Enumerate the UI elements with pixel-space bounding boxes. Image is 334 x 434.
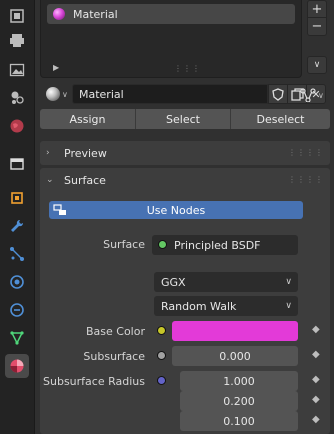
panel-title: Surface <box>64 173 106 187</box>
object-icon <box>11 192 23 204</box>
chevron-down-icon: ⌄ <box>46 175 54 185</box>
collection-icon <box>10 158 24 170</box>
select-button[interactable]: Select <box>136 109 231 129</box>
distribution-value: GGX <box>161 275 186 289</box>
tabs-divider <box>34 0 35 434</box>
subsurface-method-value: Random Walk <box>161 299 237 313</box>
browse-material-button[interactable]: ∨ <box>42 84 70 104</box>
surface-shader-value: Principled BSDF <box>174 238 261 252</box>
chevron-right-icon: › <box>46 148 50 158</box>
mesh-data-icon <box>10 331 24 345</box>
tab-particles[interactable] <box>5 242 29 266</box>
surface-shader-field[interactable]: Principled BSDF <box>152 235 298 255</box>
distribution-dropdown[interactable]: GGX ∨ <box>154 272 298 292</box>
world-icon <box>10 119 24 133</box>
subsurface-radius-y[interactable]: 0.200 <box>180 391 298 411</box>
remove-slot-button[interactable]: − <box>307 18 327 36</box>
tab-collection[interactable] <box>5 152 29 176</box>
tab-render[interactable] <box>5 28 29 52</box>
use-nodes-button[interactable]: Use Nodes <box>49 201 303 219</box>
use-nodes-label: Use Nodes <box>146 203 206 217</box>
shader-socket-icon <box>158 240 167 249</box>
subsurface-radius-x[interactable]: 1.000 <box>180 371 298 391</box>
sphere-icon <box>46 87 60 101</box>
physics-icon <box>10 275 24 289</box>
tab-world[interactable] <box>5 114 29 138</box>
surface-label: Surface <box>103 238 145 251</box>
tab-view-layer[interactable] <box>5 86 29 110</box>
slot-action-buttons: Assign Select Deselect <box>40 109 330 129</box>
keyframe-icon[interactable]: ◆ <box>312 414 320 425</box>
material-name-field[interactable]: Material <box>72 84 268 104</box>
tab-physics[interactable] <box>5 270 29 294</box>
tab-data[interactable] <box>5 326 29 350</box>
material-slot-item[interactable]: Material <box>47 4 295 24</box>
tool-icon <box>10 9 24 23</box>
color-socket-icon[interactable] <box>157 326 166 335</box>
tab-output[interactable] <box>5 58 29 82</box>
image-icon <box>9 63 25 77</box>
view-layer-icon <box>11 91 24 104</box>
chevron-down-icon: ∨ <box>62 89 68 99</box>
keyframe-icon[interactable]: ◆ <box>312 324 320 335</box>
chevron-down-icon: ∨ <box>285 301 292 311</box>
chevron-down-icon: ∨ <box>318 90 324 100</box>
base-color-swatch[interactable] <box>172 321 298 341</box>
float-socket-icon[interactable] <box>157 351 166 360</box>
subsurface-radius-z[interactable]: 0.100 <box>180 411 298 431</box>
material-slot-label: Material <box>73 7 118 21</box>
particles-icon <box>10 247 24 261</box>
subsurface-method-dropdown[interactable]: Random Walk ∨ <box>154 296 298 316</box>
chevron-down-icon: ∨ <box>285 277 292 287</box>
properties-tabs <box>0 0 34 434</box>
slot-specials-button[interactable]: ∨ <box>307 56 327 74</box>
shield-icon <box>272 87 284 101</box>
keyframe-icon[interactable]: ◆ <box>312 374 320 385</box>
material-icon <box>10 359 24 373</box>
node-tree-icon <box>300 88 316 102</box>
surface-panel-header[interactable]: ⌄ Surface <box>40 168 330 192</box>
panel-title: Preview <box>64 146 107 160</box>
tab-object[interactable] <box>5 186 29 210</box>
deselect-button[interactable]: Deselect <box>231 109 330 129</box>
constraint-icon <box>10 303 24 317</box>
tab-material[interactable] <box>5 354 29 378</box>
subsurface-radius-label: Subsurface Radius <box>43 375 145 388</box>
node-icon <box>53 204 66 215</box>
play-filter-icon[interactable]: ▶ <box>53 63 59 72</box>
fake-user-button[interactable] <box>268 84 288 104</box>
material-preview-icon <box>53 8 65 20</box>
base-color-label: Base Color <box>85 325 145 338</box>
preview-panel[interactable]: › Preview ⋮⋮⋮⋮ <box>40 141 330 165</box>
material-slot-list[interactable]: Material ▶ ⋮⋮⋮ <box>40 0 302 78</box>
preview-panel-header[interactable]: › Preview <box>40 141 330 165</box>
keyframe-icon[interactable]: ◆ <box>312 349 320 360</box>
subsurface-label: Subsurface <box>83 350 145 363</box>
drag-handle-icon[interactable]: ⋮⋮⋮⋮ <box>288 175 324 184</box>
drag-handle-icon[interactable]: ⋮⋮⋮⋮ <box>288 148 324 157</box>
tab-modifiers[interactable] <box>5 214 29 238</box>
slot-side-buttons: + − ∨ <box>307 0 329 74</box>
node-link-button[interactable]: ∨ <box>300 86 330 104</box>
material-datablock-row: ∨ Material ✕ <box>42 83 332 105</box>
vector-socket-icon[interactable] <box>157 376 166 385</box>
add-slot-button[interactable]: + <box>307 0 327 18</box>
subsurface-value-field[interactable]: 0.000 <box>172 346 298 366</box>
printer-icon <box>10 34 24 47</box>
tab-constraints[interactable] <box>5 298 29 322</box>
tab-tool[interactable] <box>5 4 29 28</box>
keyframe-icon[interactable]: ◆ <box>312 394 320 405</box>
assign-button[interactable]: Assign <box>40 109 136 129</box>
wrench-icon <box>11 219 24 232</box>
resize-grip-icon[interactable]: ⋮⋮⋮ <box>174 64 201 73</box>
